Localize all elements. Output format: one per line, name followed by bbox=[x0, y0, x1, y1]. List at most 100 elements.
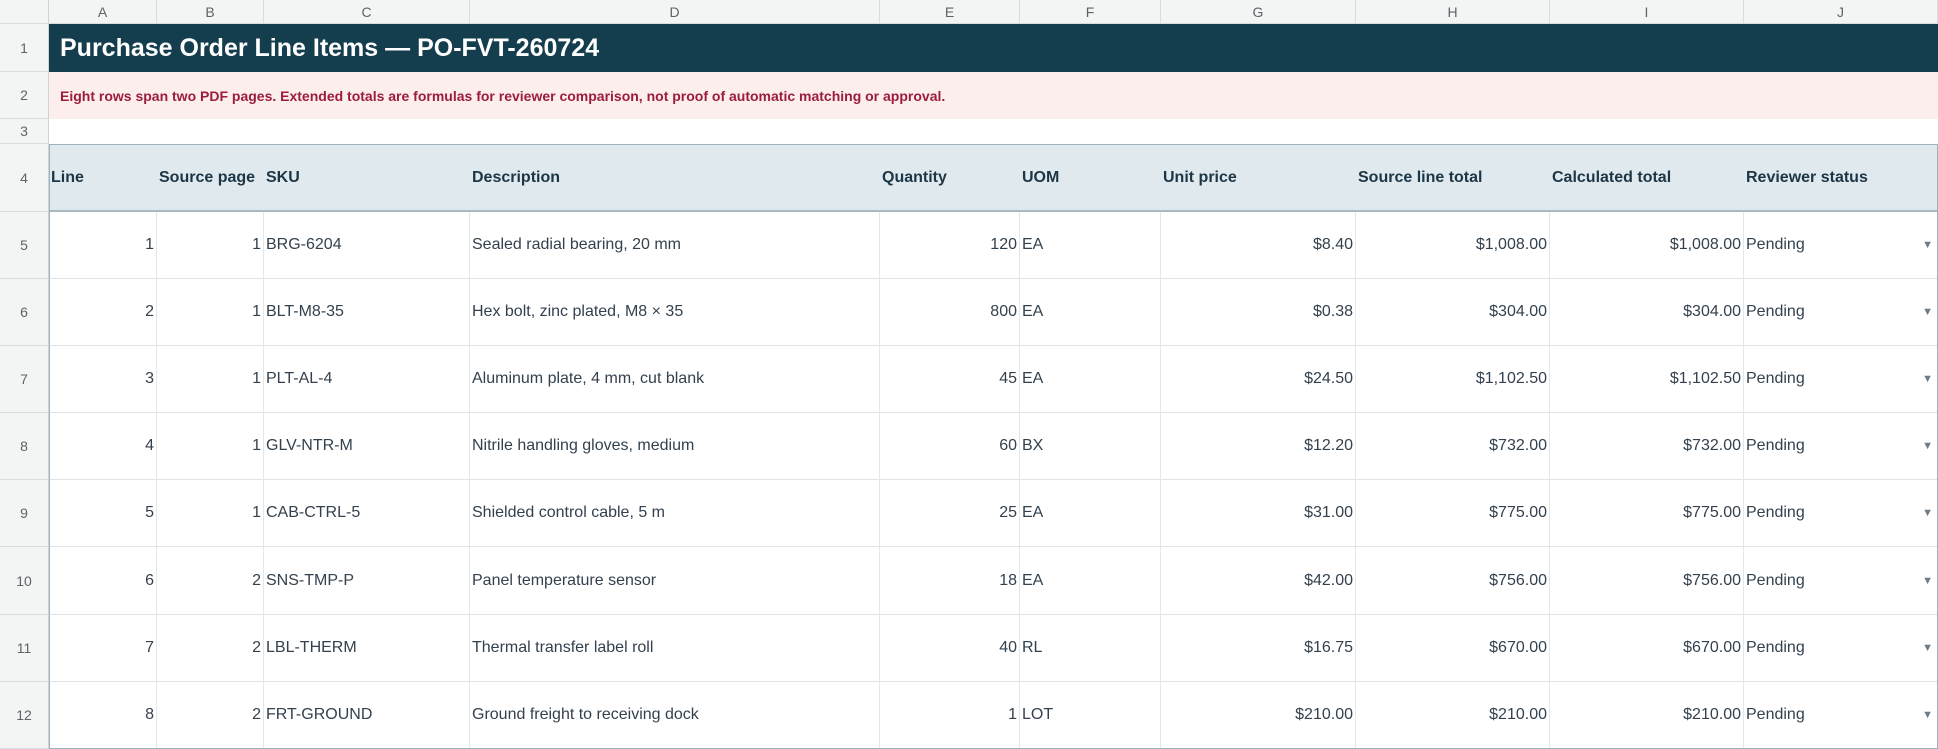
uom-cell[interactable]: EA bbox=[1020, 279, 1161, 346]
row-header-5[interactable]: 5 bbox=[0, 212, 49, 279]
calculated-total-cell[interactable]: $670.00 bbox=[1550, 615, 1744, 682]
quantity-cell[interactable]: 45 bbox=[880, 346, 1020, 413]
row-header-12[interactable]: 12 bbox=[0, 682, 49, 749]
source-page-cell[interactable]: 2 bbox=[157, 682, 264, 749]
calculated-total-cell[interactable]: $1,008.00 bbox=[1550, 212, 1744, 279]
reviewer-status-dropdown[interactable]: Pending ▼ bbox=[1744, 346, 1938, 413]
row-header-2[interactable]: 2 bbox=[0, 72, 49, 119]
source-page-cell[interactable]: 1 bbox=[157, 480, 264, 547]
description-cell[interactable]: Thermal transfer label roll bbox=[470, 615, 880, 682]
uom-cell[interactable]: EA bbox=[1020, 212, 1161, 279]
reviewer-status-dropdown[interactable]: Pending ▼ bbox=[1744, 682, 1938, 749]
quantity-cell[interactable]: 60 bbox=[880, 413, 1020, 480]
chevron-down-icon[interactable]: ▼ bbox=[1922, 239, 1933, 251]
chevron-down-icon[interactable]: ▼ bbox=[1922, 306, 1933, 318]
sku-cell[interactable]: BRG-6204 bbox=[264, 212, 470, 279]
table-header-uom[interactable]: UOM bbox=[1020, 144, 1161, 212]
column-header-a[interactable]: A bbox=[49, 0, 157, 24]
line-cell[interactable]: 5 bbox=[49, 480, 157, 547]
source-line-total-cell[interactable]: $756.00 bbox=[1356, 547, 1550, 615]
line-cell[interactable]: 4 bbox=[49, 413, 157, 480]
description-cell[interactable]: Aluminum plate, 4 mm, cut blank bbox=[470, 346, 880, 413]
description-cell[interactable]: Nitrile handling gloves, medium bbox=[470, 413, 880, 480]
source-page-cell[interactable]: 1 bbox=[157, 346, 264, 413]
row-header-4[interactable]: 4 bbox=[0, 144, 49, 212]
uom-cell[interactable]: EA bbox=[1020, 547, 1161, 615]
row-header-10[interactable]: 10 bbox=[0, 547, 49, 615]
row-header-8[interactable]: 8 bbox=[0, 413, 49, 480]
column-header-e[interactable]: E bbox=[880, 0, 1020, 24]
quantity-cell[interactable]: 18 bbox=[880, 547, 1020, 615]
column-header-h[interactable]: H bbox=[1356, 0, 1550, 24]
table-header-reviewer-status[interactable]: Reviewer status bbox=[1744, 144, 1938, 212]
uom-cell[interactable]: RL bbox=[1020, 615, 1161, 682]
uom-cell[interactable]: EA bbox=[1020, 346, 1161, 413]
chevron-down-icon[interactable]: ▼ bbox=[1922, 440, 1933, 452]
source-page-cell[interactable]: 2 bbox=[157, 547, 264, 615]
row-header-9[interactable]: 9 bbox=[0, 480, 49, 547]
source-line-total-cell[interactable]: $304.00 bbox=[1356, 279, 1550, 346]
column-header-b[interactable]: B bbox=[157, 0, 264, 24]
table-header-calculated-total[interactable]: Calculated total bbox=[1550, 144, 1744, 212]
column-header-d[interactable]: D bbox=[470, 0, 880, 24]
source-line-total-cell[interactable]: $210.00 bbox=[1356, 682, 1550, 749]
sheet-title[interactable]: Purchase Order Line Items — PO-FVT-26072… bbox=[49, 24, 1938, 72]
column-header-g[interactable]: G bbox=[1161, 0, 1356, 24]
column-header-j[interactable]: J bbox=[1744, 0, 1938, 24]
reviewer-status-dropdown[interactable]: Pending ▼ bbox=[1744, 413, 1938, 480]
calculated-total-cell[interactable]: $1,102.50 bbox=[1550, 346, 1744, 413]
reviewer-status-dropdown[interactable]: Pending ▼ bbox=[1744, 615, 1938, 682]
chevron-down-icon[interactable]: ▼ bbox=[1922, 575, 1933, 587]
table-header-unit-price[interactable]: Unit price bbox=[1161, 144, 1356, 212]
row-header-1[interactable]: 1 bbox=[0, 24, 49, 72]
reviewer-status-dropdown[interactable]: Pending ▼ bbox=[1744, 547, 1938, 615]
blank-row[interactable] bbox=[49, 119, 1938, 144]
description-cell[interactable]: Shielded control cable, 5 m bbox=[470, 480, 880, 547]
sku-cell[interactable]: CAB-CTRL-5 bbox=[264, 480, 470, 547]
source-line-total-cell[interactable]: $1,008.00 bbox=[1356, 212, 1550, 279]
unit-price-cell[interactable]: $31.00 bbox=[1161, 480, 1356, 547]
source-line-total-cell[interactable]: $775.00 bbox=[1356, 480, 1550, 547]
sku-cell[interactable]: FRT-GROUND bbox=[264, 682, 470, 749]
calculated-total-cell[interactable]: $775.00 bbox=[1550, 480, 1744, 547]
quantity-cell[interactable]: 40 bbox=[880, 615, 1020, 682]
row-header-11[interactable]: 11 bbox=[0, 615, 49, 682]
source-page-cell[interactable]: 1 bbox=[157, 212, 264, 279]
sku-cell[interactable]: GLV-NTR-M bbox=[264, 413, 470, 480]
unit-price-cell[interactable]: $16.75 bbox=[1161, 615, 1356, 682]
calculated-total-cell[interactable]: $210.00 bbox=[1550, 682, 1744, 749]
source-page-cell[interactable]: 1 bbox=[157, 413, 264, 480]
select-all-corner[interactable] bbox=[0, 0, 49, 24]
sku-cell[interactable]: PLT-AL-4 bbox=[264, 346, 470, 413]
quantity-cell[interactable]: 120 bbox=[880, 212, 1020, 279]
table-header-quantity[interactable]: Quantity bbox=[880, 144, 1020, 212]
quantity-cell[interactable]: 800 bbox=[880, 279, 1020, 346]
calculated-total-cell[interactable]: $732.00 bbox=[1550, 413, 1744, 480]
description-cell[interactable]: Hex bolt, zinc plated, M8 × 35 bbox=[470, 279, 880, 346]
chevron-down-icon[interactable]: ▼ bbox=[1922, 642, 1933, 654]
table-header-sku[interactable]: SKU bbox=[264, 144, 470, 212]
source-line-total-cell[interactable]: $732.00 bbox=[1356, 413, 1550, 480]
quantity-cell[interactable]: 25 bbox=[880, 480, 1020, 547]
column-header-f[interactable]: F bbox=[1020, 0, 1161, 24]
calculated-total-cell[interactable]: $756.00 bbox=[1550, 547, 1744, 615]
sku-cell[interactable]: BLT-M8-35 bbox=[264, 279, 470, 346]
unit-price-cell[interactable]: $0.38 bbox=[1161, 279, 1356, 346]
line-cell[interactable]: 6 bbox=[49, 547, 157, 615]
row-header-3[interactable]: 3 bbox=[0, 119, 49, 144]
unit-price-cell[interactable]: $24.50 bbox=[1161, 346, 1356, 413]
table-header-line[interactable]: Line bbox=[49, 144, 157, 212]
sku-cell[interactable]: LBL-THERM bbox=[264, 615, 470, 682]
description-cell[interactable]: Sealed radial bearing, 20 mm bbox=[470, 212, 880, 279]
line-cell[interactable]: 3 bbox=[49, 346, 157, 413]
reviewer-status-dropdown[interactable]: Pending ▼ bbox=[1744, 279, 1938, 346]
chevron-down-icon[interactable]: ▼ bbox=[1922, 709, 1933, 721]
row-header-7[interactable]: 7 bbox=[0, 346, 49, 413]
line-cell[interactable]: 1 bbox=[49, 212, 157, 279]
quantity-cell[interactable]: 1 bbox=[880, 682, 1020, 749]
unit-price-cell[interactable]: $42.00 bbox=[1161, 547, 1356, 615]
source-page-cell[interactable]: 2 bbox=[157, 615, 264, 682]
table-header-source-page[interactable]: Source page bbox=[157, 144, 264, 212]
row-header-6[interactable]: 6 bbox=[0, 279, 49, 346]
line-cell[interactable]: 7 bbox=[49, 615, 157, 682]
